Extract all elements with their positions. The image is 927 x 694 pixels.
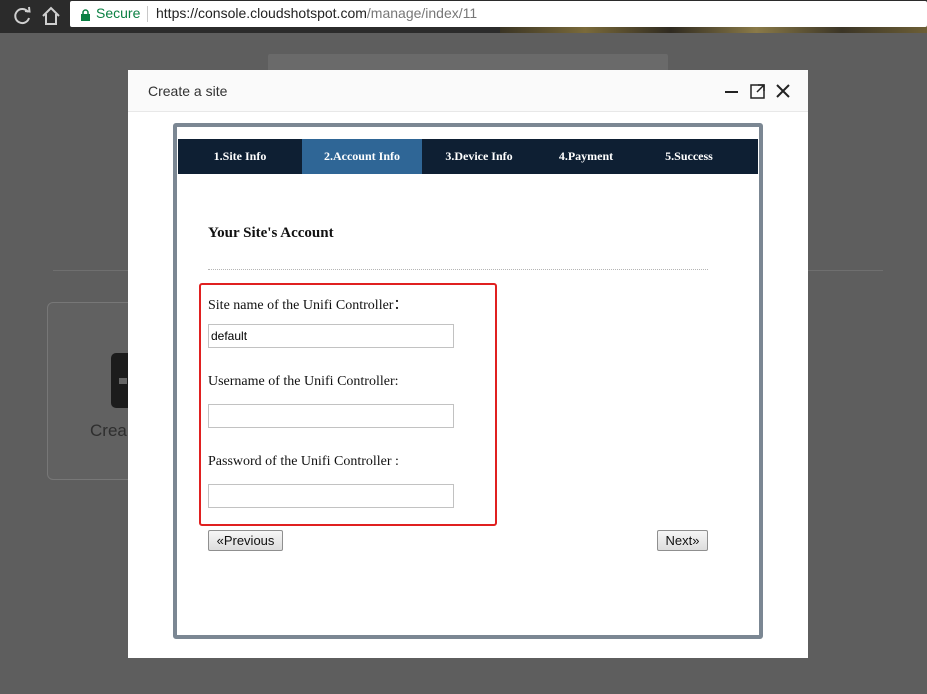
wizard-frame: 1.Site Info 2.Account Info 3.Device Info… [173, 123, 763, 639]
site-name-label: Site name of the Unifi Controller： [208, 298, 408, 313]
reload-icon[interactable] [12, 5, 34, 27]
username-input[interactable] [208, 404, 454, 428]
dialog-title: Create a site [148, 83, 228, 99]
tab-site-info[interactable]: 1.Site Info [178, 139, 302, 174]
url-path: /manage/index/11 [366, 5, 478, 21]
tab-device-info[interactable]: 3.Device Info [422, 139, 536, 174]
tab-success[interactable]: 5.Success [636, 139, 742, 174]
wizard-steps: 1.Site Info 2.Account Info 3.Device Info… [178, 139, 758, 174]
next-button[interactable]: Next» [657, 530, 708, 551]
url-text[interactable]: https://console.cloudshotspot.com/manage… [156, 5, 477, 21]
tab-account-info[interactable]: 2.Account Info [302, 139, 422, 174]
maximize-icon[interactable] [749, 82, 767, 100]
browser-toolbar: Secure https://console.cloudshotspot.com… [0, 0, 927, 33]
site-name-input[interactable] [208, 324, 454, 348]
section-title: Your Site's Account [208, 225, 334, 241]
password-input[interactable] [208, 484, 454, 508]
tab-payment[interactable]: 4.Payment [536, 139, 636, 174]
page-banner-strip [500, 26, 927, 33]
address-separator [147, 6, 148, 22]
url-host: https://console.cloudshotspot.com [156, 5, 367, 21]
section-divider [208, 269, 708, 270]
create-site-dialog: Create a site 1.Site Info 2.Account Info… [128, 70, 808, 658]
lock-icon [80, 8, 91, 21]
minimize-icon[interactable] [723, 82, 741, 100]
close-icon[interactable] [774, 82, 792, 100]
dialog-header: Create a site [128, 70, 808, 112]
home-icon[interactable] [40, 5, 62, 27]
background-card-label: Crea [90, 421, 127, 440]
password-label: Password of the Unifi Controller : [208, 454, 399, 469]
username-label: Username of the Unifi Controller: [208, 374, 399, 389]
previous-button[interactable]: «Previous [208, 530, 283, 551]
secure-label: Secure [96, 5, 141, 21]
